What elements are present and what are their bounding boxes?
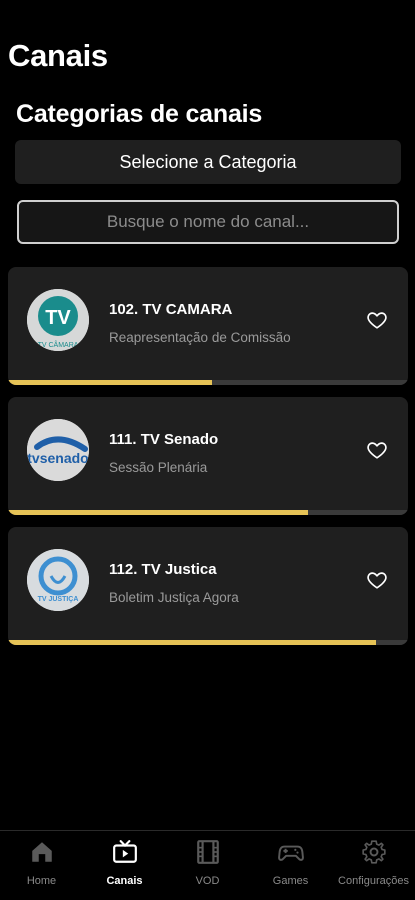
progress-fill [8, 640, 376, 645]
channel-program: Boletim Justiça Agora [109, 590, 239, 605]
nav-label: VOD [195, 875, 220, 887]
svg-text:TV JUSTIÇA: TV JUSTIÇA [38, 596, 79, 603]
channel-card-tv-camara[interactable]: TV TV CÂMARA 102. TV CAMARA Reapresentaç… [8, 267, 408, 385]
channel-name: 102. TV CAMARA [109, 301, 233, 318]
progress-fill [8, 380, 212, 385]
select-category-button[interactable]: Selecione a Categoria [15, 140, 401, 184]
select-category-label: Selecione a Categoria [119, 151, 297, 172]
nav-item-configuracoes[interactable]: Configurações [332, 831, 415, 900]
svg-text:tvsenado: tvsenado [27, 450, 88, 466]
heart-icon[interactable] [366, 569, 388, 591]
search-input[interactable] [19, 202, 397, 242]
nav-label: Home [26, 875, 57, 887]
home-icon [31, 842, 52, 862]
channel-name: 111. TV Senado [109, 431, 219, 448]
channel-card-tv-senado[interactable]: tvsenado 111. TV Senado Sessão Plenária [8, 397, 408, 515]
channel-program: Reapresentação de Comissão [109, 330, 291, 345]
search-field[interactable] [17, 200, 399, 244]
nav-label: Canais [106, 875, 143, 887]
nav-item-canais[interactable]: Canais [83, 831, 166, 900]
channel-card-tv-justica[interactable]: TV JUSTIÇA 112. TV Justica Boletim Justi… [8, 527, 408, 645]
tv-play-icon [112, 840, 137, 863]
heart-icon[interactable] [366, 439, 388, 461]
bottom-navigation: Home Canais VOD Games Configurações [0, 830, 415, 900]
heart-icon[interactable] [366, 309, 388, 331]
categories-title: Categorias de canais [16, 100, 263, 128]
nav-item-games[interactable]: Games [249, 831, 332, 900]
nav-item-vod[interactable]: VOD [166, 831, 249, 900]
film-icon [196, 840, 219, 864]
progress-bar [8, 640, 408, 645]
gamepad-icon [277, 845, 304, 861]
gear-icon [361, 840, 386, 864]
progress-bar [8, 380, 408, 385]
svg-text:TV: TV [45, 307, 71, 329]
tv-senado-logo: tvsenado [27, 419, 89, 481]
svg-text:TV CÂMARA: TV CÂMARA [38, 340, 79, 349]
tv-justica-logo: TV JUSTIÇA [27, 549, 89, 611]
tv-camara-logo: TV TV CÂMARA [27, 289, 89, 351]
channel-name: 112. TV Justica [109, 561, 217, 578]
page-title: Canais [8, 38, 108, 73]
channel-program: Sessão Plenária [109, 460, 208, 475]
progress-bar [8, 510, 408, 515]
progress-fill [8, 510, 308, 515]
nav-label: Games [272, 875, 309, 887]
nav-label: Configurações [338, 875, 409, 887]
nav-item-home[interactable]: Home [0, 831, 83, 900]
